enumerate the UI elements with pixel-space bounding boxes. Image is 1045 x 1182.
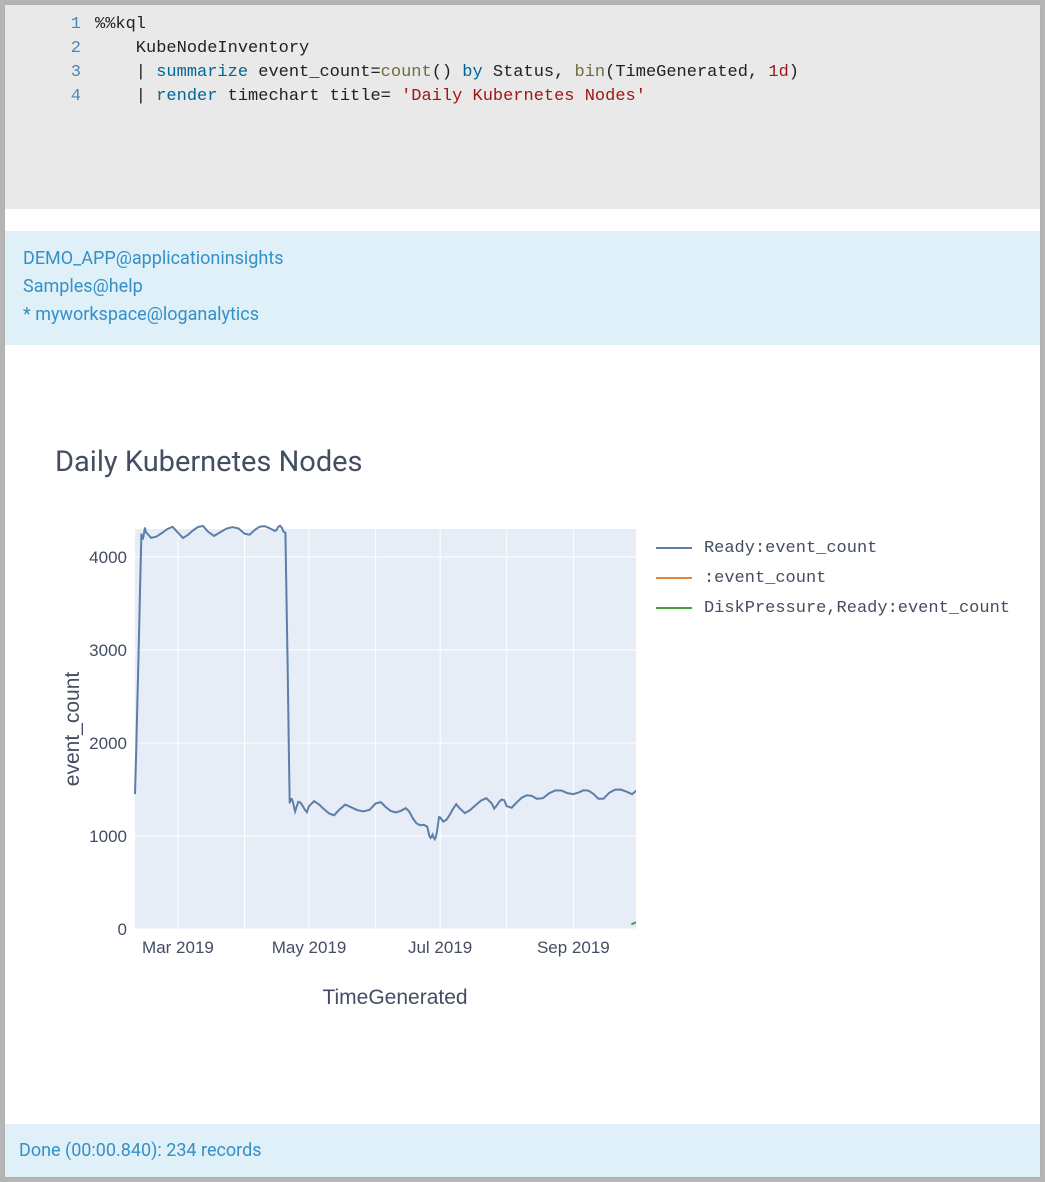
workspace-entry[interactable]: DEMO_APP@applicationinsights [23, 245, 1022, 273]
code-content[interactable]: %%kql [95, 13, 146, 37]
y-axis-label: event_count [61, 672, 84, 787]
legend-item[interactable]: Ready:event_count [656, 533, 1010, 563]
x-axis-label: TimeGenerated [322, 986, 467, 1009]
workspace-entry[interactable]: * myworkspace@loganalytics [23, 301, 1022, 329]
y-tick: 0 [118, 920, 127, 939]
legend-item[interactable]: :event_count [656, 563, 1010, 593]
legend-swatch [656, 547, 692, 549]
status-bar: Done (00:00.840): 234 records [5, 1124, 1040, 1177]
legend-swatch [656, 607, 692, 609]
line-number: 3 [5, 61, 95, 85]
code-content[interactable]: | render timechart title= 'Daily Kuberne… [95, 85, 646, 109]
code-content[interactable]: | summarize event_count=count() by Statu… [95, 61, 799, 85]
x-tick: May 2019 [272, 938, 347, 957]
workspace-banner: DEMO_APP@applicationinsights Samples@hel… [5, 231, 1040, 345]
y-tick: 1000 [89, 827, 127, 846]
legend-label: DiskPressure,Ready:event_count [704, 599, 1010, 618]
code-cell[interactable]: 1%%kql2 KubeNodeInventory3 | summarize e… [5, 5, 1040, 209]
notebook-window: 1%%kql2 KubeNodeInventory3 | summarize e… [4, 4, 1041, 1178]
y-tick: 4000 [89, 548, 127, 567]
line-number: 2 [5, 37, 95, 61]
legend-item[interactable]: DiskPressure,Ready:event_count [656, 593, 1010, 623]
line-chart[interactable]: 0 1000 2000 3000 4000 Mar 2019 May 2019 Jul 20… [55, 519, 636, 1009]
y-tick: 3000 [89, 641, 127, 660]
x-tick: Mar 2019 [142, 938, 214, 957]
chart-legend: Ready:event_count :event_count DiskPressur… [636, 519, 1010, 623]
workspace-entry[interactable]: Samples@help [23, 273, 1022, 301]
line-number: 4 [5, 85, 95, 109]
line-number: 1 [5, 13, 95, 37]
legend-swatch [656, 577, 692, 579]
y-tick: 2000 [89, 734, 127, 753]
legend-label: Ready:event_count [704, 539, 877, 558]
legend-label: :event_count [704, 569, 826, 588]
x-tick: Sep 2019 [537, 938, 610, 957]
code-content[interactable]: KubeNodeInventory [95, 37, 309, 61]
x-tick: Jul 2019 [408, 938, 472, 957]
chart-output: Daily Kubernetes Nodes 0 1000 2000 3000 4000… [5, 345, 1040, 1124]
chart-title: Daily Kubernetes Nodes [55, 445, 1010, 479]
